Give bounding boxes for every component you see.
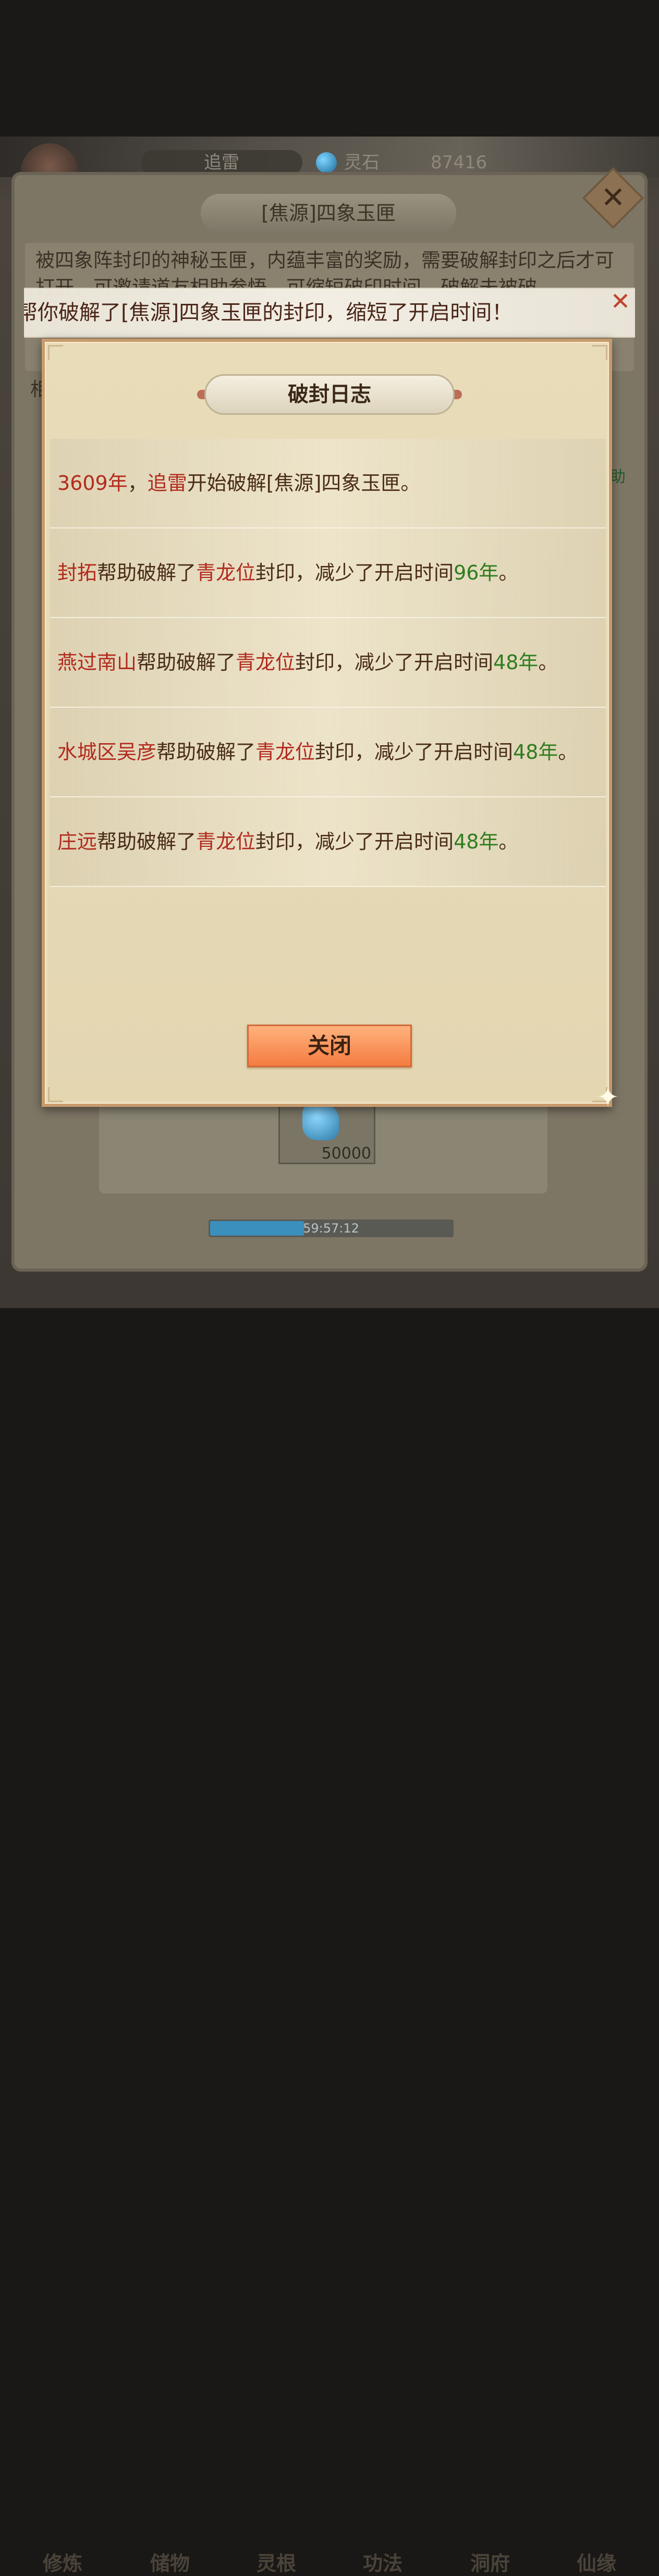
log-action: 帮助破解了 — [97, 830, 197, 853]
log-action: 帮助破解了 — [156, 741, 256, 763]
log-time-reduced: 96年 — [454, 561, 499, 584]
log-action: 帮助破解了 — [97, 561, 197, 584]
log-player-name: 庄远 — [57, 830, 97, 853]
log-entry-text: 庄远帮助破解了青龙位封印，减少了开启时间48年。 — [57, 829, 600, 855]
log-action-tail: 封印，减少了开启时间 — [315, 741, 514, 763]
log-player-name: 燕过南山 — [57, 651, 137, 674]
nav-item-storage[interactable]: 储物 — [128, 2547, 212, 2576]
log-action-tail: 封印，减少了开启时间 — [295, 651, 494, 674]
notification-toast: 帮你破解了[焦源]四象玉匣的封印，缩短了开启时间！ — [24, 288, 635, 338]
log-entry-text: 封拓帮助破解了青龙位封印，减少了开启时间96年。 — [57, 560, 600, 586]
corner-ornament — [48, 1087, 63, 1102]
log-end: 。 — [498, 830, 519, 853]
log-year: 3609年 — [57, 472, 128, 495]
corner-ornament — [48, 345, 63, 360]
nav-item-fate[interactable]: 仙缘 — [555, 2547, 638, 2576]
log-seal-position: 青龙位 — [196, 561, 256, 584]
log-entry-text: 水城区吴彦帮助破解了青龙位封印，减少了开启时间48年。 — [57, 739, 600, 765]
close-button-label: 关闭 — [307, 1033, 351, 1058]
log-time-reduced: 48年 — [513, 741, 558, 763]
toast-close-icon[interactable]: ✕ — [609, 289, 632, 313]
log-action: 帮助破解了 — [137, 651, 236, 674]
log-action-tail: 封印，减少了开启时间 — [255, 561, 454, 584]
toast-message: 帮你破解了[焦源]四象玉匣的封印，缩短了开启时间！ — [24, 301, 513, 325]
log-seal-position: 青龙位 — [196, 830, 256, 853]
log-player-name: 水城区吴彦 — [57, 741, 157, 763]
log-player-name: 封拓 — [57, 561, 97, 584]
corner-ornament — [592, 345, 607, 360]
log-entry-text: 3609年，追雷开始破解[焦源]四象玉匣。 — [57, 470, 600, 496]
sparkle-icon: ✦ — [596, 1082, 619, 1113]
log-action-tail: 封印，减少了开启时间 — [255, 830, 454, 853]
dialog-title: 破封日志 — [288, 383, 371, 406]
log-player-name: 追雷 — [147, 472, 187, 495]
log-time-reduced: 48年 — [493, 651, 539, 674]
log-seal-position: 青龙位 — [236, 651, 296, 674]
log-end: 。 — [558, 741, 578, 763]
log-action: 开始破解[焦源]四象玉匣。 — [187, 472, 421, 495]
nav-item-cultivate[interactable]: 修炼 — [21, 2547, 104, 2576]
nav-item-skills[interactable]: 功法 — [341, 2547, 424, 2576]
log-separator: ， — [127, 472, 148, 495]
log-entry-text: 燕过南山帮助破解了青龙位封印，减少了开启时间48年。 — [57, 649, 600, 675]
nav-item-cave[interactable]: 洞府 — [448, 2547, 532, 2576]
log-end: 。 — [538, 651, 558, 674]
log-seal-position: 青龙位 — [255, 741, 315, 763]
nav-item-spirit-root[interactable]: 灵根 — [235, 2547, 318, 2576]
log-end: 。 — [498, 561, 519, 584]
log-time-reduced: 48年 — [454, 830, 499, 853]
